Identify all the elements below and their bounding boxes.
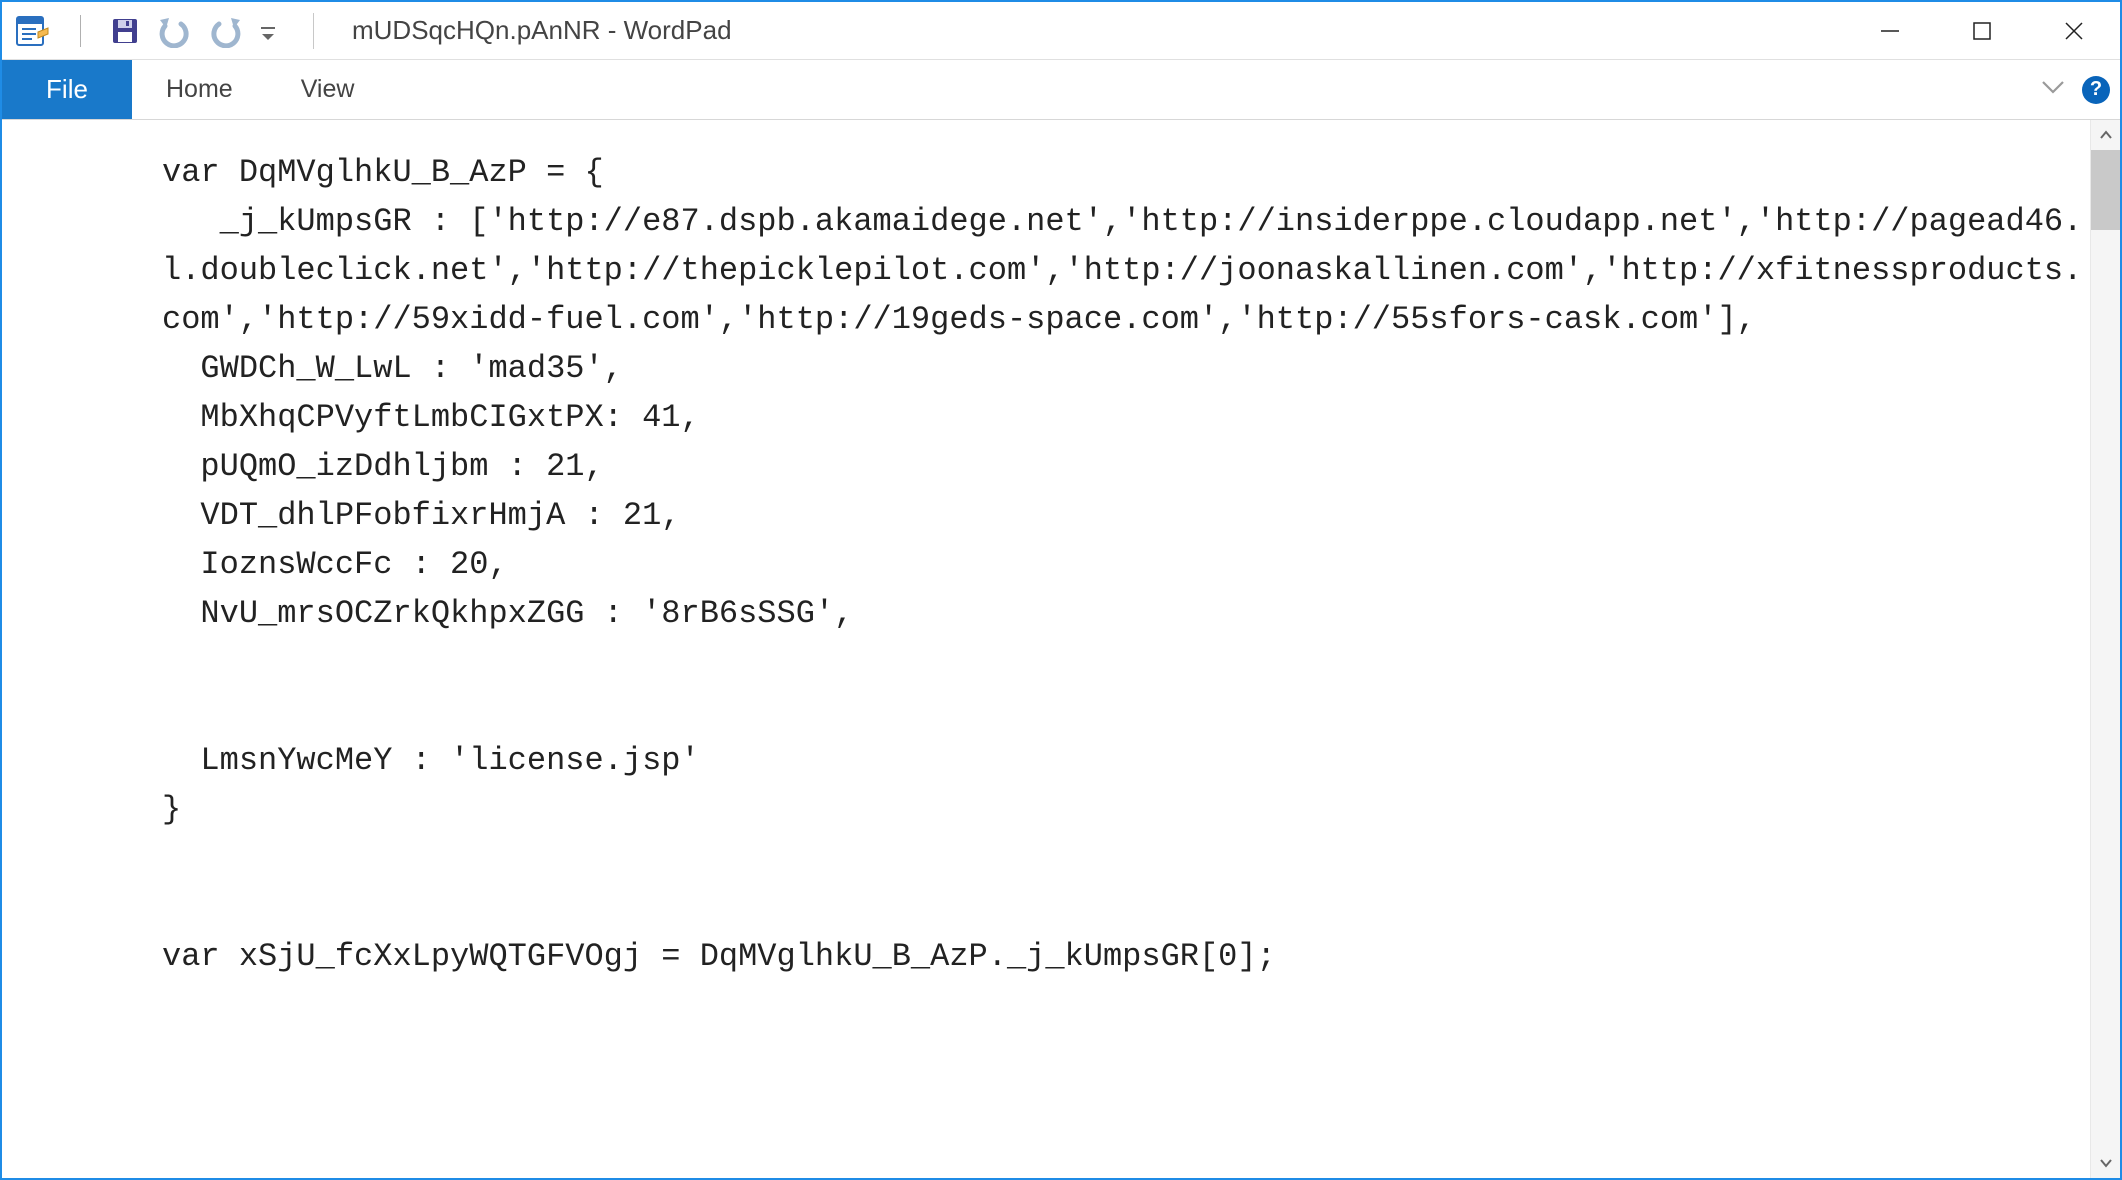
scroll-down-button[interactable]: [2091, 1148, 2120, 1178]
minimize-button[interactable]: [1844, 2, 1936, 59]
maximize-button[interactable]: [1936, 2, 2028, 59]
window-title: mUDSqcHQn.pAnNR - WordPad: [352, 15, 732, 46]
quick-access-toolbar: mUDSqcHQn.pAnNR - WordPad: [16, 13, 732, 49]
document-body[interactable]: var DqMVglhkU_B_AzP = { _j_kUmpsGR : ['h…: [2, 120, 2090, 1178]
redo-button[interactable]: [209, 14, 243, 48]
wordpad-app-icon: [16, 14, 50, 48]
undo-button[interactable]: [157, 14, 191, 48]
title-bar: mUDSqcHQn.pAnNR - WordPad: [2, 2, 2120, 60]
close-button[interactable]: [2028, 2, 2120, 59]
separator: [313, 13, 314, 49]
separator: [80, 15, 81, 47]
workspace: var DqMVglhkU_B_AzP = { _j_kUmpsGR : ['h…: [2, 120, 2120, 1178]
scroll-up-button[interactable]: [2091, 120, 2120, 150]
vertical-scrollbar[interactable]: [2090, 120, 2120, 1178]
file-tab[interactable]: File: [2, 60, 132, 119]
tab-view[interactable]: View: [267, 60, 389, 119]
tab-home[interactable]: Home: [132, 60, 267, 119]
collapse-ribbon-button[interactable]: [2038, 72, 2068, 107]
scroll-thumb[interactable]: [2091, 150, 2120, 230]
ribbon: File Home View ?: [2, 60, 2120, 120]
help-button[interactable]: ?: [2082, 76, 2110, 104]
customize-qat-button[interactable]: [261, 21, 275, 40]
save-button[interactable]: [111, 17, 139, 45]
help-label: ?: [2090, 78, 2102, 101]
window-controls: [1844, 2, 2120, 59]
